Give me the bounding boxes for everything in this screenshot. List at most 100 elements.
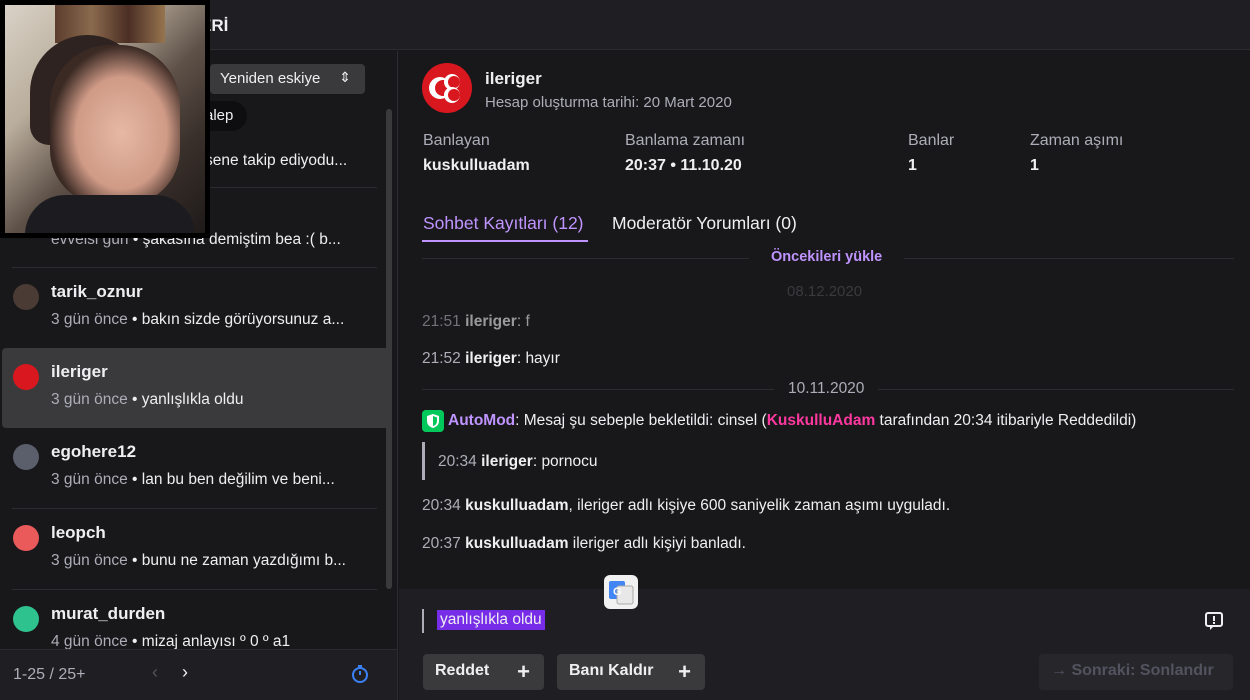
- tab-chat-logs[interactable]: Sohbet Kayıtları (12): [423, 213, 584, 234]
- list-item-message: lan bu ben değilim ve beni...: [141, 471, 335, 488]
- list-item-meta: 3 gün önce • bunu ne zaman yazdığımı b..…: [51, 552, 381, 570]
- chat-message: 21:52 ileriger: hayır: [422, 350, 560, 367]
- list-item-meta: 4 gün önce • mizaj anlayısı º 0 º a1: [51, 633, 381, 649]
- message-user: ileriger: [465, 350, 517, 367]
- sort-label: Yeniden eskiye: [220, 70, 321, 87]
- user-avatar: [13, 284, 39, 310]
- chevron-left-icon[interactable]: ‹: [152, 662, 158, 683]
- translate-icon[interactable]: G: [604, 575, 638, 609]
- stat-label-banned-by: Banlayan: [423, 132, 490, 149]
- list-item-separator: •: [132, 311, 138, 328]
- list-item-separator: •: [132, 552, 138, 569]
- comment-input[interactable]: yanlışlıkla oldu: [437, 610, 545, 630]
- list-item-separator: •: [132, 391, 138, 408]
- list-item-username: murat_durden: [51, 604, 166, 623]
- list-item-meta: 3 gün önce • lan bu ben değilim ve beni.…: [51, 471, 381, 489]
- stat-label-bans: Banlar: [908, 132, 955, 149]
- load-previous-link[interactable]: Öncekileri yükle: [749, 249, 905, 265]
- sort-chevron-icon: ⇕: [339, 69, 351, 85]
- plus-icon: +: [678, 659, 691, 684]
- svg-text:G: G: [613, 586, 622, 598]
- pager: 1-25 / 25+ ‹ ›: [0, 649, 397, 700]
- detail-panel: ileriger Hesap oluşturma tarihi: 20 Mart…: [399, 51, 1250, 700]
- list-item-message: sene takip ediyodu...: [205, 152, 348, 169]
- stat-value-ban-time: 20:37 • 11.10.20: [625, 157, 742, 174]
- list-item[interactable]: egohere12 3 gün önce • lan bu ben değili…: [0, 428, 390, 508]
- message-time: 21:51: [422, 313, 461, 330]
- held-message: 20:34 ileriger: pornocu: [438, 453, 598, 470]
- message-text: hayır: [525, 350, 560, 367]
- stopwatch-icon[interactable]: [350, 664, 370, 684]
- webcam-frame: [5, 5, 205, 233]
- list-item-separator: •: [132, 633, 138, 649]
- pager-count: 1-25 / 25+: [13, 666, 86, 683]
- plus-icon: +: [517, 659, 530, 684]
- webcam-overlay: [0, 0, 210, 238]
- list-item-username: tarik_oznur: [51, 282, 143, 301]
- event-text: ileriger adlı kişiyi banladı.: [568, 535, 746, 552]
- list-item[interactable]: leopch 3 gün önce • bunu ne zaman yazdığ…: [0, 509, 390, 589]
- sort-dropdown[interactable]: Yeniden eskiye ⇕: [210, 64, 365, 94]
- report-icon[interactable]: [1204, 611, 1224, 631]
- arrow-right-icon: →: [1051, 662, 1067, 679]
- mod-event: 20:37 kuskulluadam ileriger adlı kişiyi …: [422, 535, 746, 553]
- tab-underline: [422, 240, 588, 242]
- message-text: f: [525, 313, 530, 330]
- reject-label: Reddet: [435, 662, 490, 679]
- automod-name: AutoMod: [448, 412, 516, 429]
- tab-mod-comments[interactable]: Moderatör Yorumları (0): [612, 213, 797, 234]
- list-scrollbar[interactable]: [386, 109, 392, 589]
- event-time: 20:37: [422, 535, 461, 552]
- user-avatar: [13, 606, 39, 632]
- automod-notice: AutoMod: Mesaj şu sebeple bekletildi: ci…: [448, 412, 1136, 430]
- shield-icon: [422, 410, 444, 432]
- mod-event: 20:34 kuskulluadam, ileriger adlı kişiye…: [422, 497, 950, 515]
- profile-name: ileriger: [485, 69, 542, 88]
- unban-button[interactable]: Banı Kaldır +: [557, 654, 705, 690]
- message-text: pornocu: [541, 453, 598, 470]
- list-item-message: mizaj anlayısı º 0 º a1: [141, 633, 291, 649]
- crescent-logo-icon: [429, 74, 460, 103]
- list-item[interactable]: murat_durden 4 gün önce • mizaj anlayısı…: [0, 590, 390, 649]
- quote-bar: [422, 442, 425, 480]
- event-time: 20:34: [422, 497, 461, 514]
- moderator-name: KuskulluAdam: [766, 412, 876, 429]
- face: [50, 45, 180, 205]
- list-item-message: bakın sizde görüyorsunuz a...: [141, 311, 345, 328]
- user-avatar: [13, 444, 39, 470]
- list-item-separator: •: [132, 471, 138, 488]
- event-user: kuskulluadam: [465, 535, 569, 552]
- unban-label: Banı Kaldır: [569, 662, 654, 679]
- list-item-username: leopch: [51, 523, 106, 542]
- message-time: 20:34: [438, 453, 477, 470]
- chevron-right-icon[interactable]: ›: [182, 662, 188, 683]
- next-finish-button[interactable]: → Sonraki: Sonlandır: [1039, 654, 1233, 690]
- list-item-meta: 3 gün önce • bakın sizde görüyorsunuz a.…: [51, 311, 381, 329]
- next-finish-label: Sonraki: Sonlandır: [1071, 662, 1214, 679]
- user-avatar: [13, 525, 39, 551]
- date-separator: 10.11.2020: [774, 380, 879, 398]
- list-item-time: 3 gün önce: [51, 391, 128, 408]
- list-item-username: egohere12: [51, 442, 137, 461]
- event-text: , ileriger adlı kişiye 600 saniyelik zam…: [568, 497, 951, 514]
- profile-avatar: [422, 63, 472, 113]
- reject-button[interactable]: Reddet +: [423, 654, 544, 690]
- stat-label-ban-time: Banlama zamanı: [625, 132, 746, 149]
- list-item-meta: 3 gün önce • yanlışlıkla oldu: [51, 391, 381, 409]
- message-user: ileriger: [465, 313, 517, 330]
- event-user: kuskulluadam: [465, 497, 569, 514]
- profile-created-date: Hesap oluşturma tarihi: 20 Mart 2020: [485, 94, 732, 111]
- list-item-message: yanlışlıkla oldu: [141, 391, 244, 408]
- list-item[interactable]: tarik_oznur 3 gün önce • bakın sizde gör…: [0, 268, 390, 348]
- stat-value-bans: 1: [908, 157, 917, 174]
- automod-text-2: tarafından 20:34 itibariyle Reddedildi): [875, 412, 1137, 429]
- list-item-time: 3 gün önce: [51, 311, 128, 328]
- stat-label-timeouts: Zaman aşımı: [1030, 132, 1124, 149]
- list-item-message: bunu ne zaman yazdığımı b...: [141, 552, 346, 569]
- faded-date: 08.12.2020: [787, 283, 863, 300]
- user-avatar: [13, 364, 39, 390]
- message-time: 21:52: [422, 350, 461, 367]
- list-item-selected[interactable]: ileriger 3 gün önce • yanlışlıkla oldu: [2, 348, 389, 428]
- shirt: [25, 195, 195, 233]
- automod-text: : Mesaj şu sebeple bekletildi: cinsel (: [515, 412, 767, 429]
